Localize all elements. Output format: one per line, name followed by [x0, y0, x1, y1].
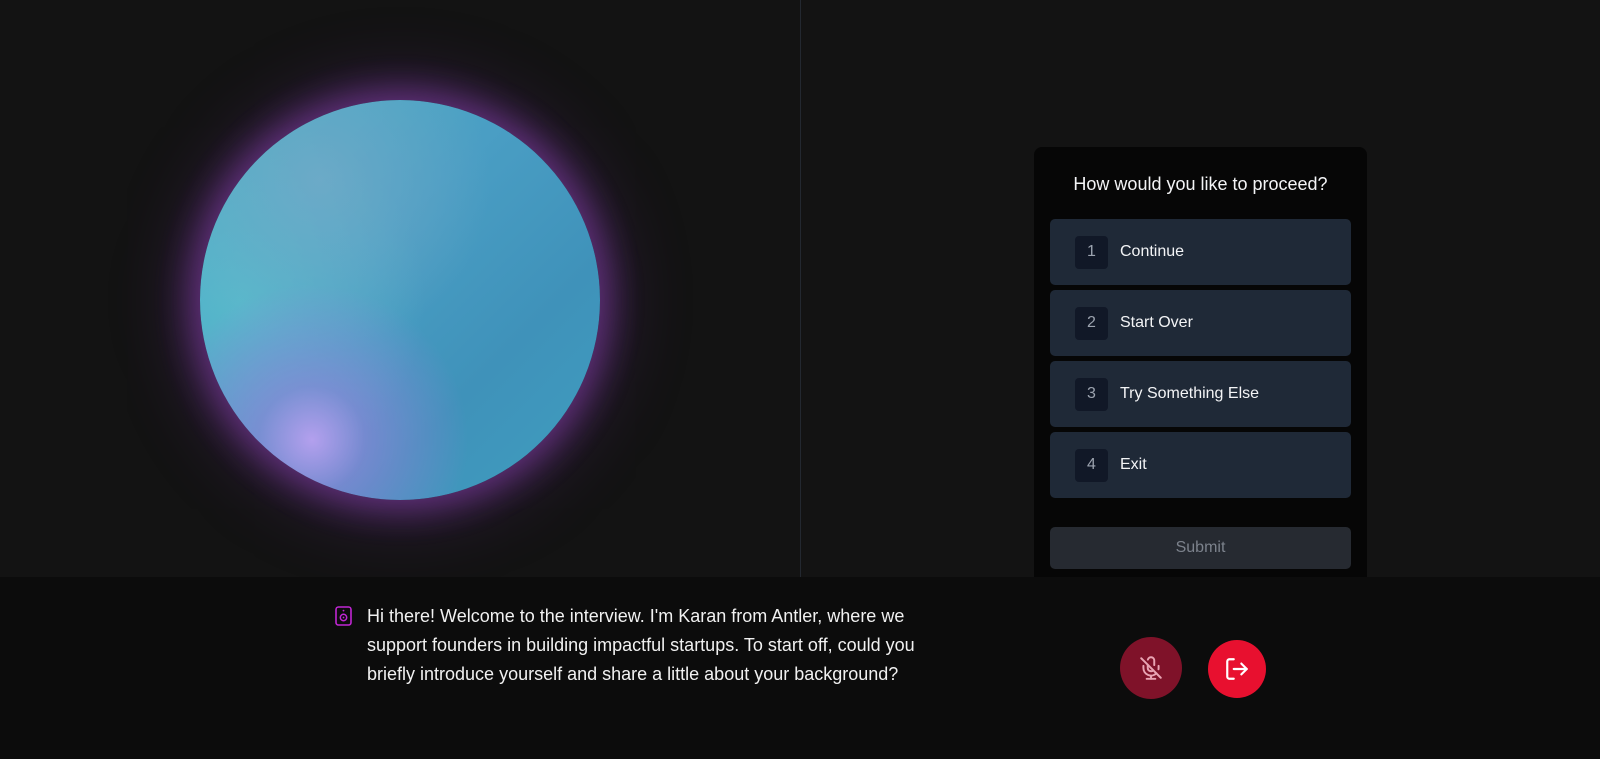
- option-try-something-else[interactable]: 3 Try Something Else: [1050, 361, 1351, 427]
- option-number: 2: [1075, 306, 1108, 340]
- submit-button[interactable]: Submit: [1050, 527, 1351, 569]
- option-number: 3: [1075, 377, 1108, 411]
- proceed-dialog: How would you like to proceed? 1 Continu…: [1034, 147, 1367, 587]
- speaker-icon: [335, 606, 352, 626]
- dialog-title: How would you like to proceed?: [1073, 174, 1328, 194]
- option-number: 1: [1075, 235, 1108, 269]
- option-label: Try Something Else: [1120, 385, 1260, 402]
- option-label: Exit: [1120, 456, 1147, 473]
- vertical-divider: [800, 0, 801, 577]
- option-start-over[interactable]: 2 Start Over: [1050, 290, 1351, 356]
- option-label: Start Over: [1120, 314, 1193, 331]
- option-continue[interactable]: 1 Continue: [1050, 219, 1351, 285]
- ai-voice-orb: [200, 100, 600, 500]
- mic-off-icon: [1140, 656, 1162, 680]
- options-list: 1 Continue 2 Start Over 3 Try Something …: [1050, 219, 1351, 498]
- interviewer-transcript: Hi there! Welcome to the interview. I'm …: [367, 606, 915, 684]
- option-number: 4: [1075, 448, 1108, 482]
- option-label: Continue: [1120, 243, 1185, 260]
- option-exit[interactable]: 4 Exit: [1050, 432, 1351, 498]
- exit-icon: [1226, 658, 1248, 680]
- leave-interview-button[interactable]: [1208, 640, 1266, 698]
- interview-screen: How would you like to proceed? 1 Continu…: [0, 0, 1600, 759]
- mute-microphone-button[interactable]: [1120, 637, 1182, 699]
